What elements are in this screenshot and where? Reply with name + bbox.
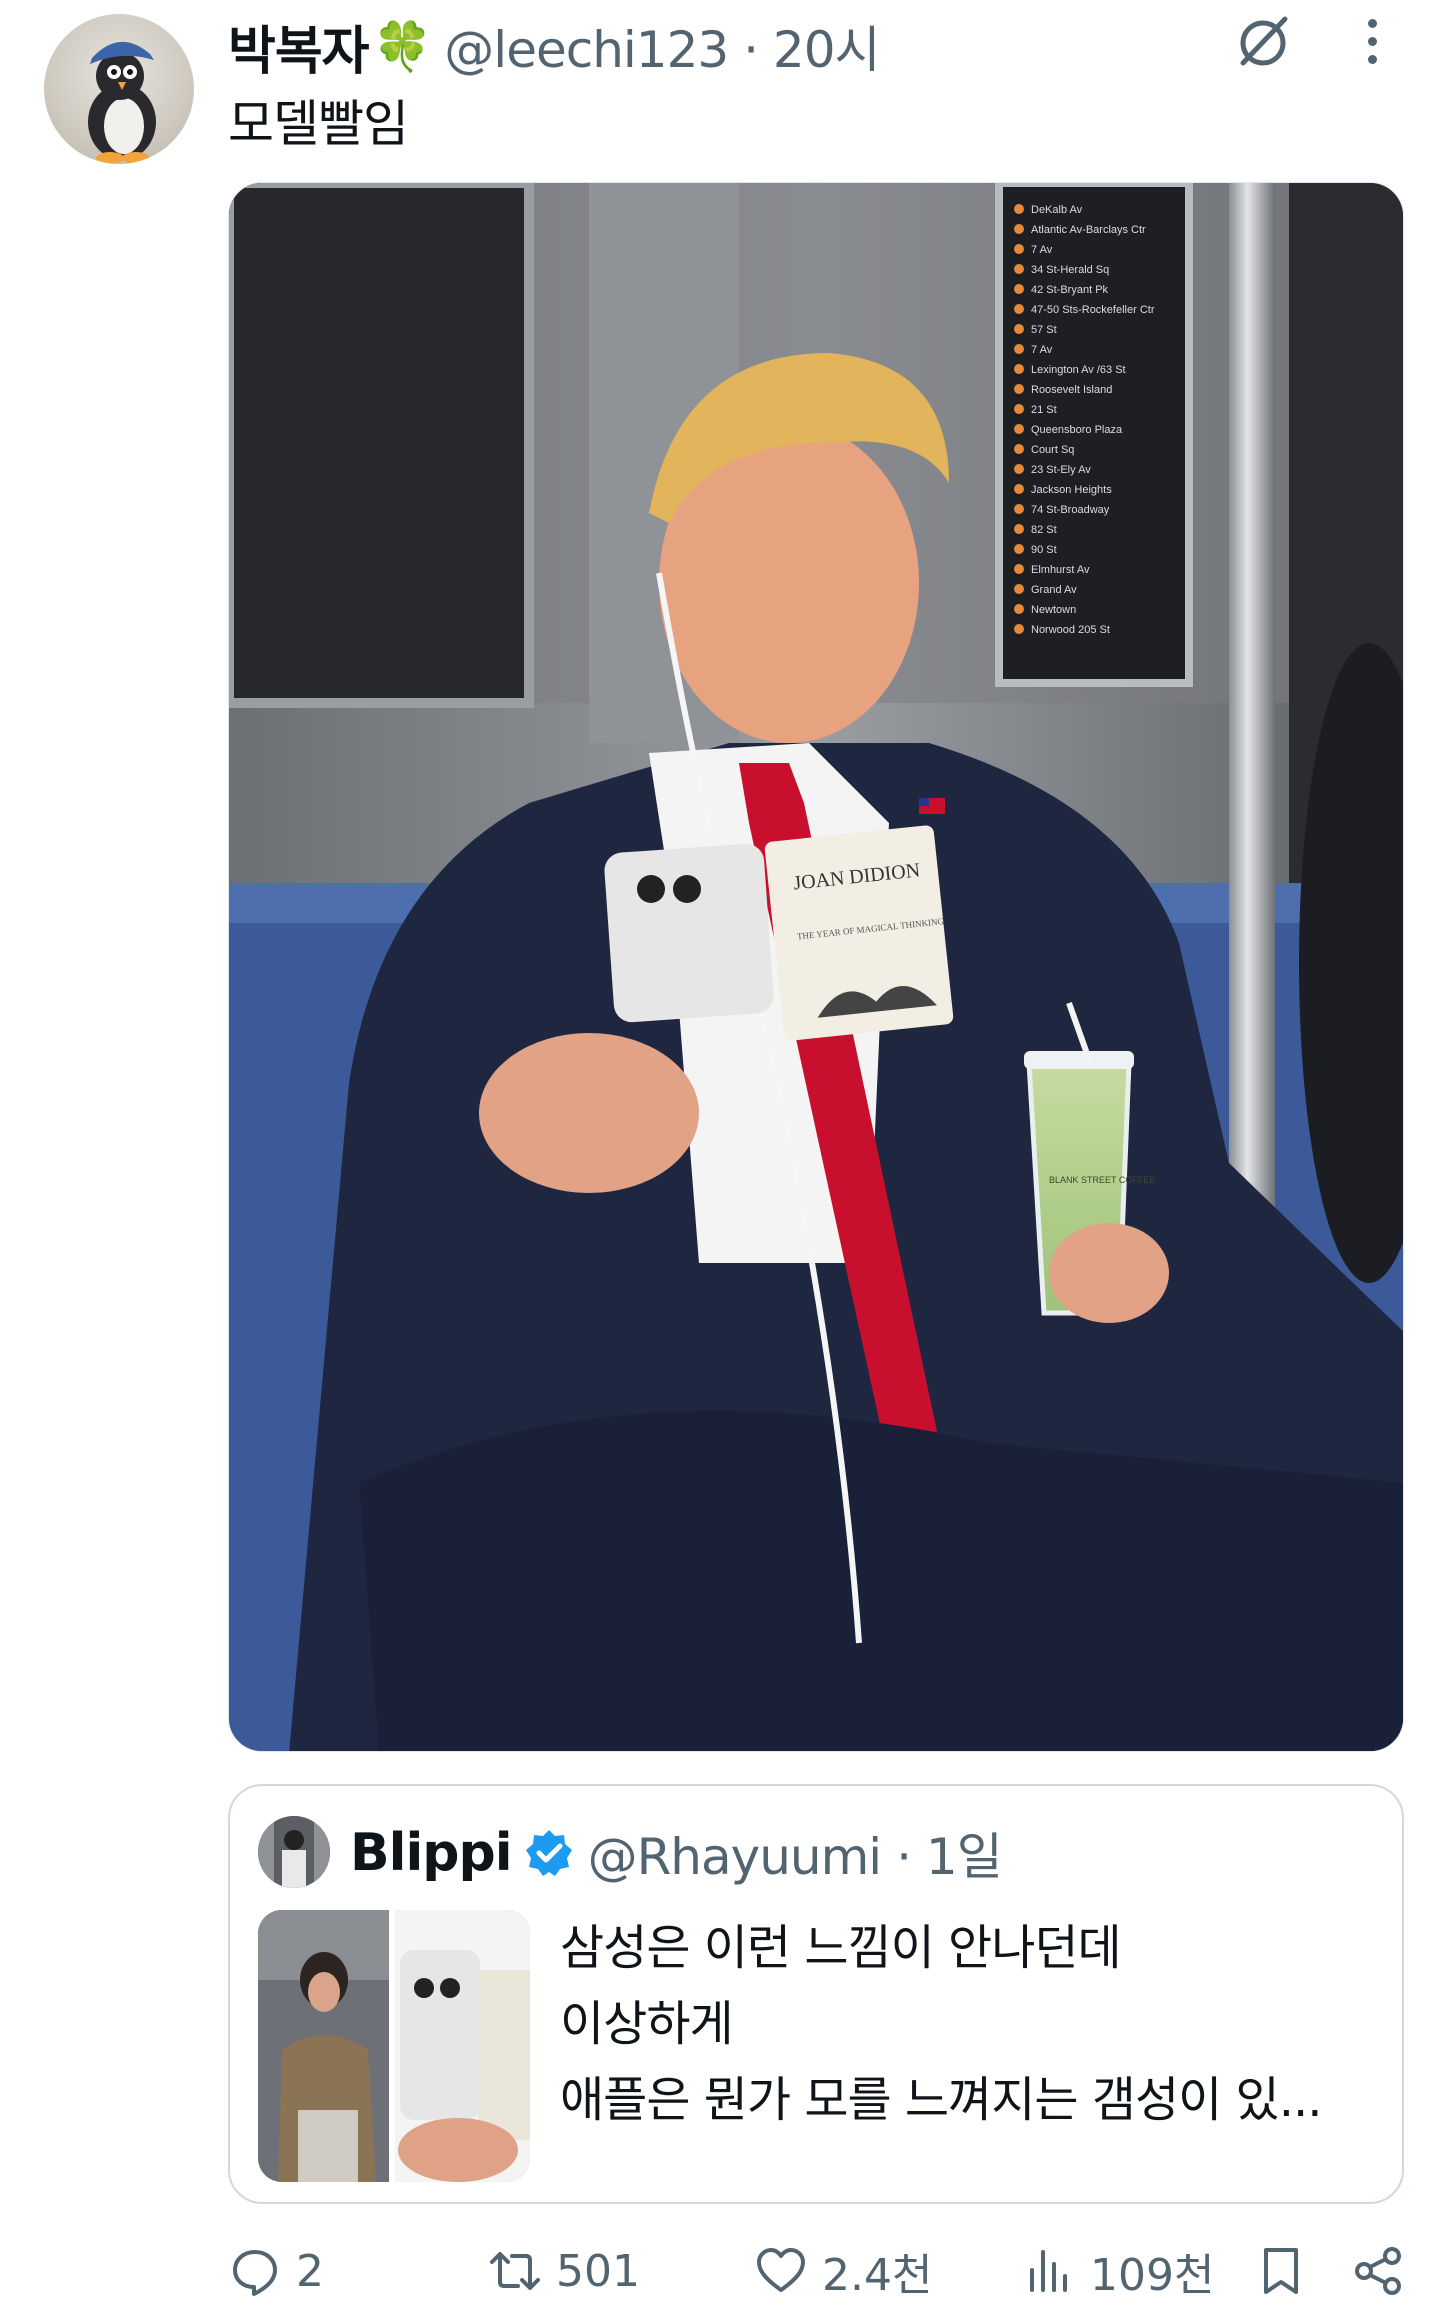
- quoted-photo: [258, 1910, 530, 2182]
- subway-stop-label: Court Sq: [1031, 444, 1074, 456]
- quoted-post-card[interactable]: Blippi @Rhayuumi · 1일 삼성은 이런 느낌이 안나던데 이상…: [228, 1784, 1404, 2204]
- share-icon: [1355, 2247, 1401, 2295]
- subway-stop-label: 82 St: [1031, 524, 1057, 536]
- bookmark-icon: [1264, 2248, 1298, 2294]
- subway-stop-label: 90 St: [1031, 544, 1057, 556]
- cup-label-text: BLANK STREET COFFEE: [1049, 1175, 1155, 1185]
- subway-stop-label: Newtown: [1031, 604, 1076, 616]
- quoted-author-handle-and-time[interactable]: @Rhayuumi · 1일: [588, 1817, 1003, 1889]
- penguin-plush-avatar-icon: [88, 41, 156, 164]
- subway-stop-label: Lexington Av /63 St: [1031, 364, 1126, 376]
- post-image[interactable]: DeKalb Av Atlantic Av-Barclays Ctr 7 Av 34 …: [228, 182, 1404, 1752]
- grok-button[interactable]: [1228, 6, 1298, 76]
- subway-stop-label: 74 St-Broadway: [1031, 504, 1110, 516]
- quoted-author-display-name[interactable]: Blippi: [350, 1823, 513, 1883]
- reply-icon: [233, 2250, 277, 2296]
- repost-button[interactable]: 501: [488, 2236, 640, 2306]
- subway-stop-label: 34 St-Herald Sq: [1031, 264, 1109, 276]
- reply-count: 2: [296, 2245, 324, 2297]
- subway-stop-label: 21 St: [1031, 404, 1057, 416]
- subway-photo: DeKalb Av Atlantic Av-Barclays Ctr 7 Av 34 …: [229, 183, 1403, 1751]
- views-button[interactable]: 109천: [1022, 2236, 1214, 2306]
- more-options-button[interactable]: [1352, 6, 1392, 76]
- post-text: 모델빨임: [228, 95, 409, 153]
- quoted-post-header: Blippi @Rhayuumi · 1일: [350, 1808, 1003, 1898]
- quoted-text-line-1: 삼성은 이런 느낌이 안나던데: [560, 1920, 1122, 1976]
- subway-stop-label: Jackson Heights: [1031, 484, 1112, 496]
- subway-stop-label: Roosevelt Island: [1031, 384, 1112, 396]
- subway-stop-label: Atlantic Av-Barclays Ctr: [1031, 224, 1146, 236]
- subway-stop-label: DeKalb Av: [1031, 204, 1083, 216]
- views-chart-icon: [1030, 2250, 1067, 2292]
- quoted-text-line-3: 애플은 뭔가 모를 느껴지는 갬성이 있...: [560, 2072, 1322, 2128]
- subway-stop-label: 42 St-Bryant Pk: [1031, 284, 1109, 296]
- author-handle-and-time[interactable]: @leechi123 · 20시: [444, 10, 880, 82]
- quoted-post-text: 삼성은 이런 느낌이 안나던데 이상하게 애플은 뭔가 모를 느껴지는 갬성이 …: [560, 1910, 1390, 2138]
- subway-stop-label: 7 Av: [1031, 344, 1053, 356]
- subway-stop-label: Queensboro Plaza: [1031, 424, 1123, 436]
- subway-stop-label: 7 Av: [1031, 244, 1053, 256]
- subway-stop-label: Elmhurst Av: [1031, 564, 1090, 576]
- grok-icon: [1240, 16, 1288, 66]
- more-dots-icon: [1367, 18, 1377, 28]
- view-count: 109천: [1090, 2250, 1215, 2301]
- post-action-bar: 2 501 2.4천 109천: [228, 2236, 1428, 2306]
- subway-stop-label: Grand Av: [1031, 584, 1077, 596]
- subway-stop-label: 23 St-Ely Av: [1031, 464, 1091, 476]
- reply-button[interactable]: 2: [228, 2236, 324, 2306]
- repost-icon: [490, 2252, 540, 2290]
- quoted-author-avatar[interactable]: [258, 1816, 330, 1888]
- heart-icon: [757, 2248, 805, 2292]
- subway-stop-label: 57 St: [1031, 324, 1057, 336]
- subway-stop-label: Norwood 205 St: [1031, 624, 1110, 636]
- bookmark-button[interactable]: [1254, 2236, 1308, 2306]
- share-button[interactable]: [1352, 2236, 1406, 2306]
- quoted-post-image[interactable]: [258, 1910, 530, 2182]
- subway-stop-label: 47-50 Sts-Rockefeller Ctr: [1031, 304, 1155, 316]
- clover-emoji: 🍀: [372, 18, 433, 75]
- author-avatar[interactable]: [44, 14, 194, 164]
- like-count: 2.4천: [822, 2250, 933, 2301]
- verified-badge-icon[interactable]: [524, 1828, 574, 1878]
- repost-count: 501: [556, 2245, 640, 2297]
- subway-figure-avatar-icon: [258, 1816, 330, 1888]
- quoted-text-line-2: 이상하게: [560, 1996, 734, 2052]
- author-display-name[interactable]: 박복자: [228, 9, 370, 84]
- like-button[interactable]: 2.4천: [754, 2236, 932, 2306]
